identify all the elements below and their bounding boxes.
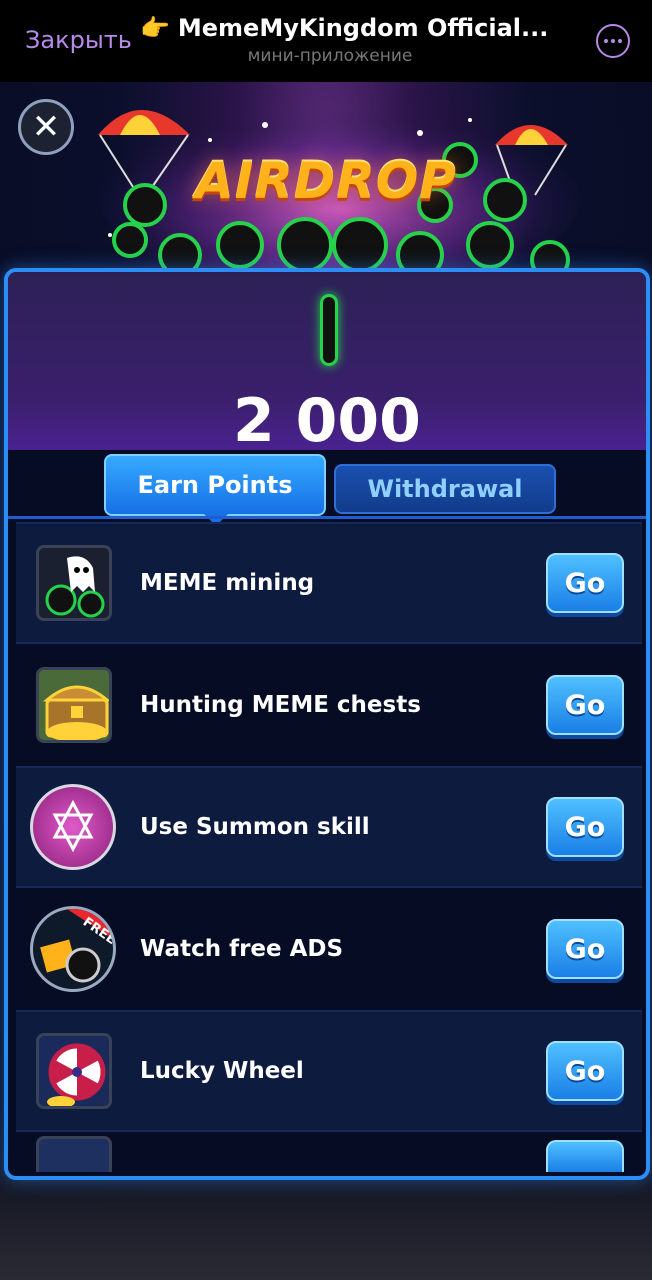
free-badge-text: FREE [80,915,113,948]
task-label: Hunting MEME chests [140,692,421,718]
task-icon-partial [36,1136,112,1172]
go-button-partial[interactable] [546,1140,624,1172]
go-button[interactable]: Go [546,797,624,857]
task-row-lucky-wheel: Lucky Wheel Go [16,1010,642,1132]
tab-bar: Earn Points Withdrawal [8,452,646,526]
ghost-coins-icon [36,545,112,621]
task-row-meme-chests: Hunting MEME chests Go [16,644,642,766]
title-block: 👉 MemeMyKingdom Official... мини-приложен… [140,14,560,66]
lucky-wheel-icon [36,1033,112,1109]
task-row-summon-skill: Use Summon skill Go [16,766,642,888]
points-balance: 2 000 [233,386,421,456]
app-subtitle: мини-приложение [247,46,413,66]
tab-withdrawal[interactable]: Withdrawal [334,464,556,514]
go-button[interactable]: Go [546,675,624,735]
summon-star-icon [30,784,116,870]
task-label: Lucky Wheel [140,1058,304,1084]
treasure-chest-icon [36,667,112,743]
app-title: 👉 MemeMyKingdom Official... [140,14,560,42]
task-list: MEME mining Go Hunting MEME chests Go Us… [16,522,642,1172]
task-label: Use Summon skill [140,814,370,840]
meme-coin-icon [320,294,338,366]
close-icon[interactable]: ✕ [18,99,74,155]
tab-earn-points[interactable]: Earn Points [104,454,326,526]
free-ads-icon: FREE [30,906,116,992]
go-button[interactable]: Go [546,919,624,979]
task-label: Watch free ADS [140,936,344,962]
app-title-text: MemeMyKingdom Official... [177,14,549,42]
more-icon[interactable] [596,24,630,58]
airdrop-panel: 2 000 Earn Points Withdrawal MEME mining… [4,268,650,1180]
task-label: MEME mining [140,570,315,596]
go-button[interactable]: Go [546,1041,624,1101]
pointing-hand-icon: 👉 [140,14,170,42]
task-row-meme-mining: MEME mining Go [16,522,642,644]
airdrop-title: AIRDROP [195,152,457,210]
task-row-partial [16,1132,642,1172]
task-row-free-ads: FREE Watch free ADS Go [16,888,642,1010]
points-area: 2 000 [8,272,646,456]
telegram-header: Закрыть 👉 MemeMyKingdom Official... мини-… [0,0,652,82]
tabs-divider [8,516,646,519]
go-button[interactable]: Go [546,553,624,613]
